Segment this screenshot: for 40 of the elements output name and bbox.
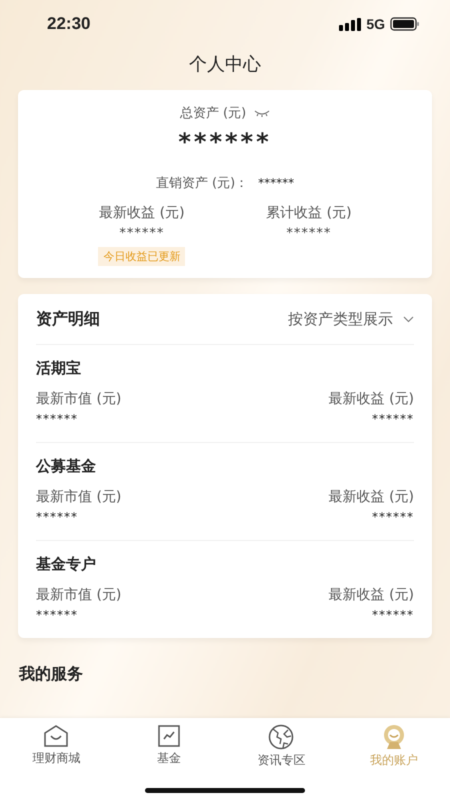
market-value-label: 最新市值 (元) (36, 488, 122, 506)
battery-icon (390, 17, 420, 31)
clock-time: 22:30 (47, 14, 90, 34)
update-badge: 今日收益已更新 (98, 247, 186, 266)
total-assets-label: 总资产 (元) (180, 105, 246, 122)
page-title: 个人中心 (188, 53, 262, 77)
asset-type-name: 活期宝 (36, 359, 82, 378)
chart-icon (156, 724, 181, 748)
asset-type-name: 公募基金 (36, 457, 97, 476)
earnings-value: ****** (119, 226, 164, 241)
earnings-label: 最新收益 (元) (328, 586, 414, 604)
earnings-value: ****** (372, 412, 414, 426)
market-value: ****** (36, 510, 78, 524)
market-value: ****** (36, 412, 78, 426)
market-value-label: 最新市值 (元) (36, 586, 122, 604)
direct-assets-label: 直销资产 (元)： (156, 175, 248, 192)
tab[interactable]: 理财商城 (0, 718, 112, 769)
chevron-down-icon (403, 316, 414, 322)
tab[interactable]: 基金 (112, 718, 225, 769)
asset-type-name: 基金专户 (36, 555, 97, 574)
earnings-label: 累计收益 (元) (266, 204, 352, 222)
direct-assets-value: ****** (258, 176, 294, 190)
earnings-label: 最新收益 (元) (328, 390, 414, 408)
tab[interactable]: 资讯专区 (225, 718, 338, 769)
earnings-value: ****** (372, 510, 414, 524)
earnings-value: ****** (286, 226, 332, 241)
total-assets-value: ****** (178, 128, 272, 158)
market-value-label: 最新市值 (元) (36, 390, 122, 408)
signal-icon (339, 18, 362, 30)
filter-dropdown[interactable]: 按资产类型展示 (288, 310, 414, 328)
section-title: 资产明细 (36, 308, 100, 330)
eye-closed-icon[interactable] (254, 109, 270, 117)
section-title: 我的服务 (19, 664, 84, 685)
globe-icon (268, 724, 294, 750)
earnings-value: ****** (372, 608, 414, 622)
earnings-label: 最新收益 (元) (328, 488, 414, 506)
earnings-label: 最新收益 (元) (99, 204, 185, 222)
network-label: 5G (366, 16, 385, 32)
house-icon (43, 724, 70, 748)
market-value: ****** (36, 608, 78, 622)
